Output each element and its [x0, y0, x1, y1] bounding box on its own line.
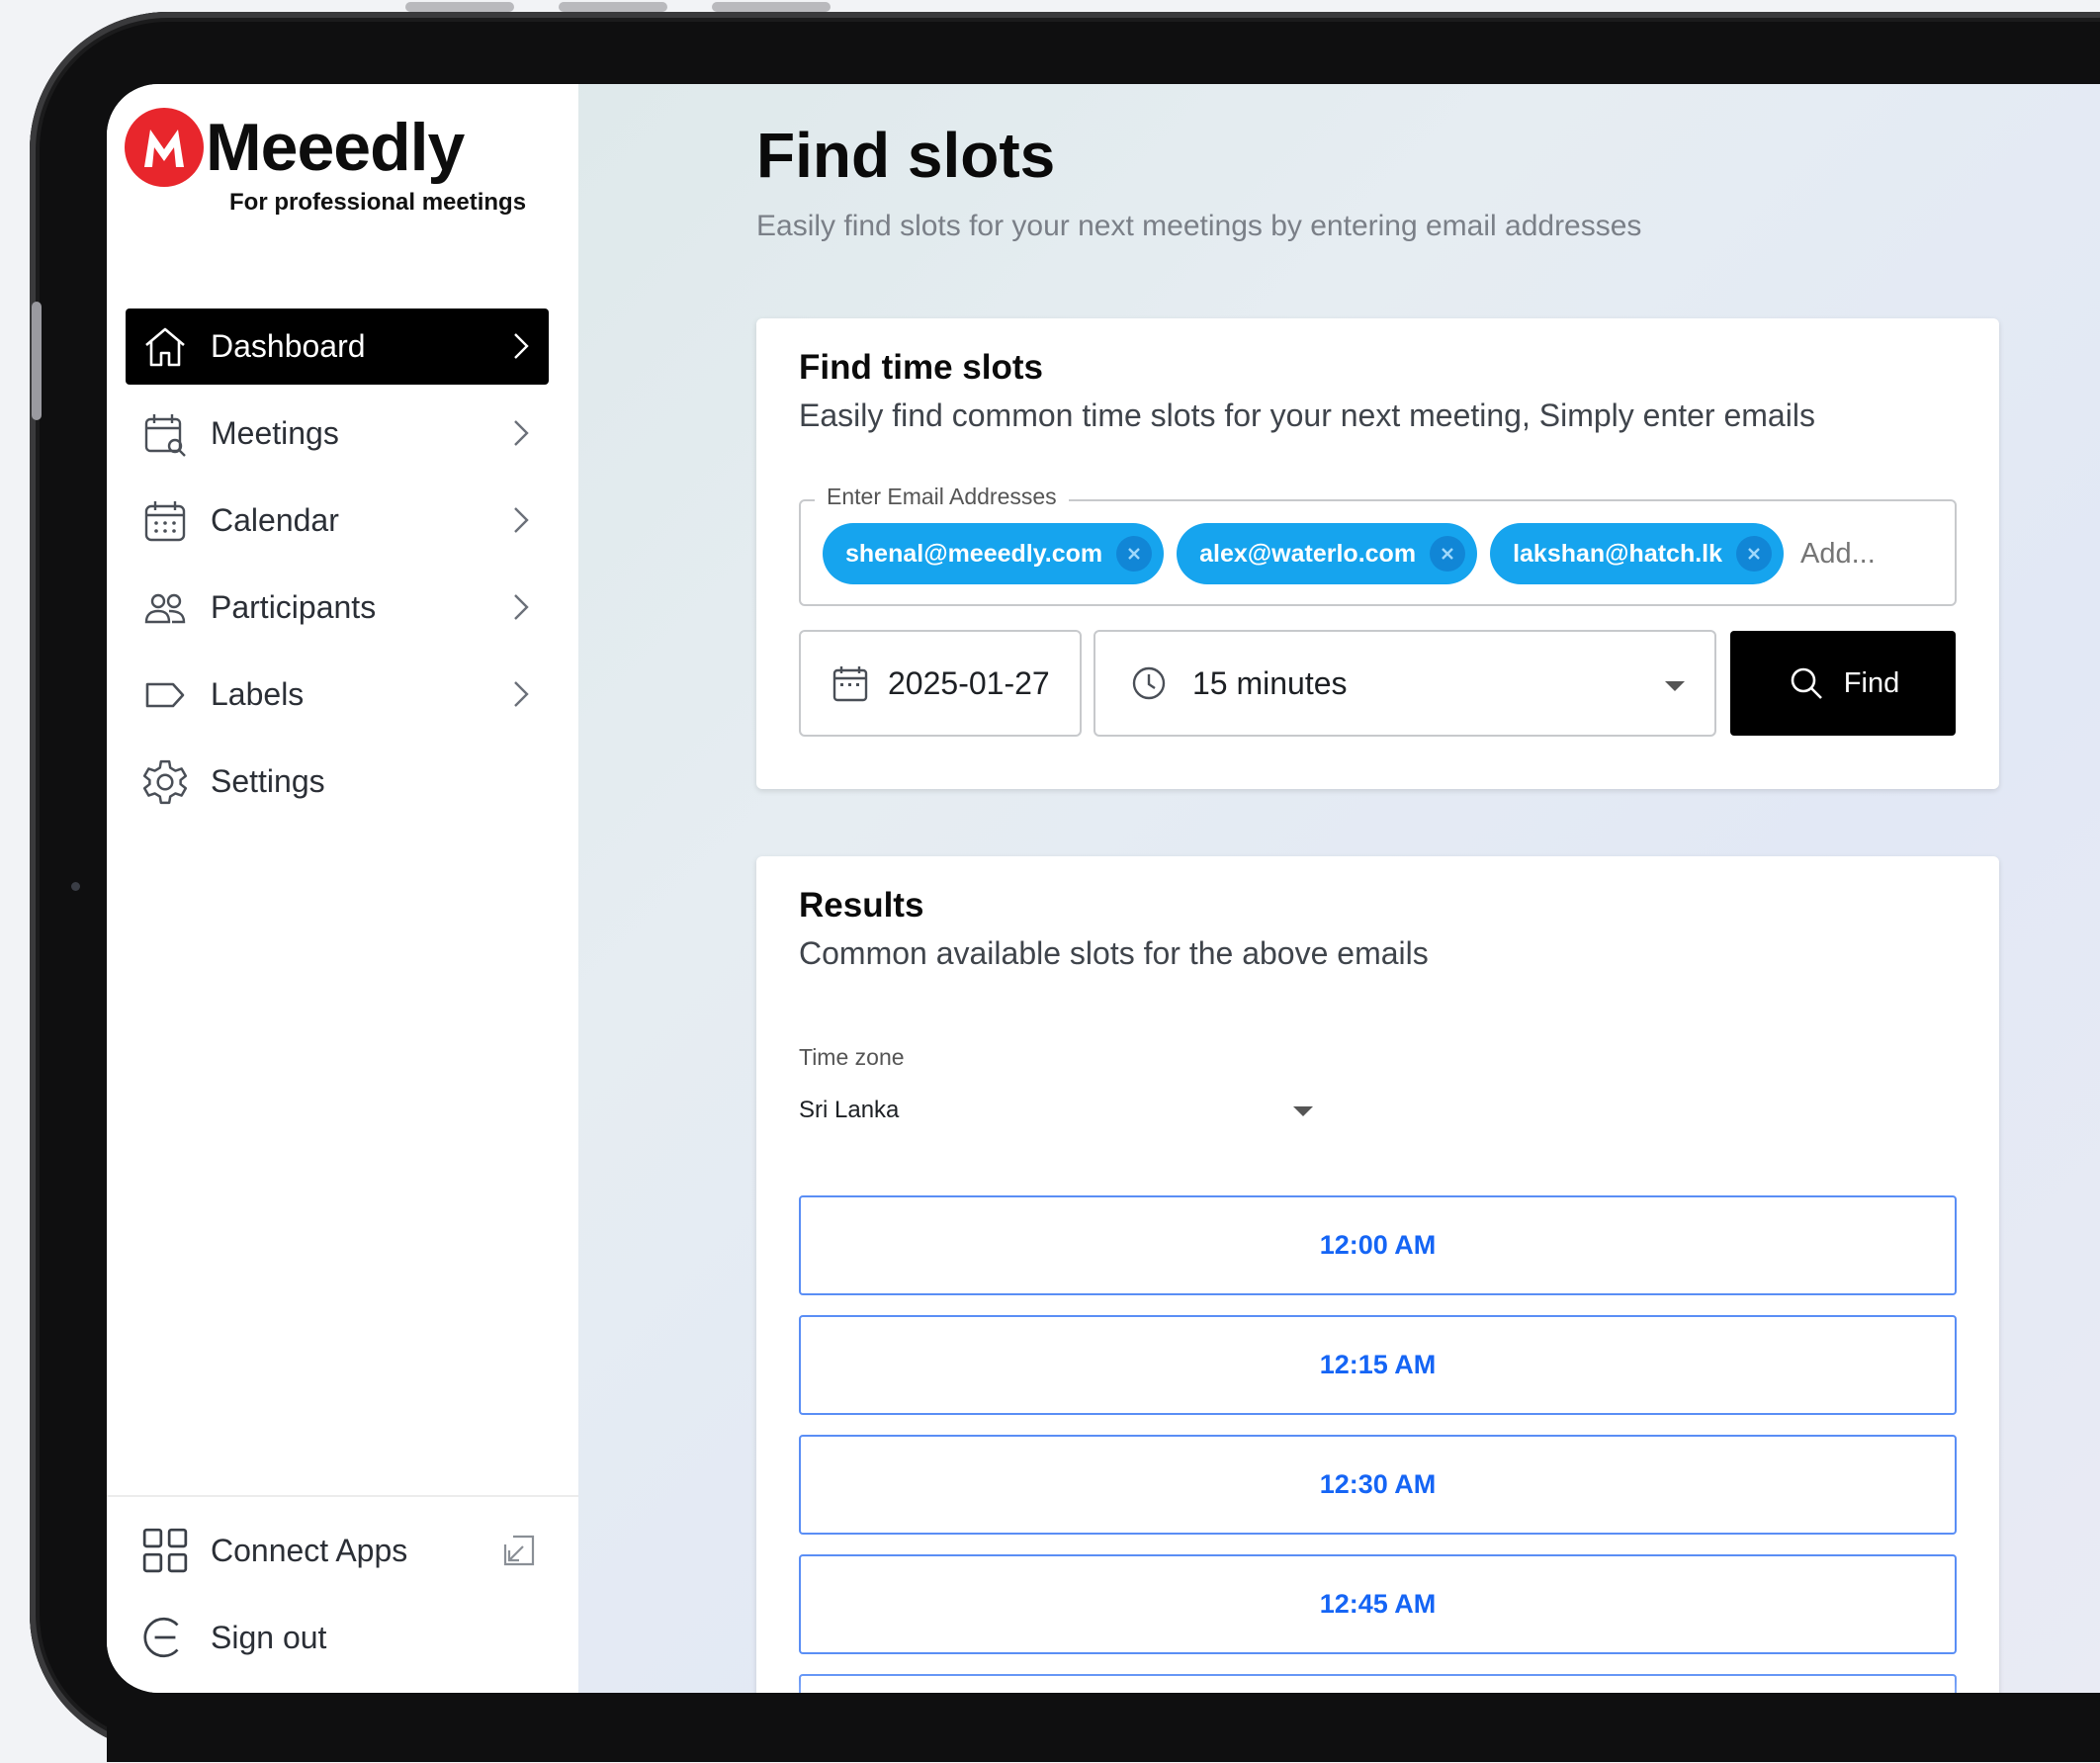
email-chip-text: alex@waterlo.com [1199, 539, 1417, 568]
slot-list: 12:00 AM 12:15 AM 12:30 AM 12:45 AM [799, 1195, 1957, 1693]
sidebar-divider [107, 1495, 578, 1497]
timezone-value: Sri Lanka [799, 1097, 900, 1123]
chevron-right-icon [514, 333, 529, 359]
brand-tagline: For professional meetings [229, 189, 527, 216]
camera [71, 882, 80, 891]
home-icon [137, 319, 193, 375]
page-subtitle: Easily find slots for your next meetings… [756, 210, 1642, 242]
time-slot-button[interactable]: 12:45 AM [799, 1554, 1957, 1654]
external-link-icon [503, 1535, 535, 1566]
hardware-button [559, 2, 667, 12]
sidebar-item-dashboard[interactable]: Dashboard [126, 309, 549, 385]
sidebar-item-meetings[interactable]: Meetings [126, 396, 549, 472]
sidebar-item-calendar[interactable]: Calendar [126, 483, 549, 559]
sidebar-item-labels[interactable]: Labels [126, 657, 549, 733]
email-chip-text: lakshan@hatch.lk [1513, 539, 1723, 568]
timezone-select[interactable]: Sri Lanka [799, 1086, 1313, 1135]
tablet-bezel [107, 1693, 2100, 1762]
users-icon [137, 580, 193, 636]
app-screen: Meeedly For professional meetings Dashbo… [107, 84, 2100, 1693]
remove-chip-icon[interactable] [1116, 536, 1153, 572]
tag-icon [137, 667, 193, 723]
card-title: Results [799, 886, 924, 925]
sidebar-item-label: Meetings [211, 415, 339, 451]
sidebar-item-label: Connect Apps [211, 1532, 408, 1568]
dropdown-caret-icon [1293, 1106, 1313, 1116]
find-slots-card: Find time slots Easily find common time … [756, 318, 1999, 789]
email-chip[interactable]: alex@waterlo.com [1177, 523, 1478, 584]
email-field-label: Enter Email Addresses [815, 484, 1069, 510]
find-button[interactable]: Find [1730, 631, 1956, 736]
duration-select[interactable]: 15 minutes [1094, 630, 1716, 737]
remove-chip-icon[interactable] [1736, 536, 1773, 572]
chevron-right-icon [514, 594, 529, 620]
duration-value: 15 minutes [1192, 664, 1348, 701]
hardware-button [712, 2, 831, 12]
chevron-right-icon [514, 420, 529, 446]
time-slot-button[interactable] [799, 1674, 1957, 1693]
chevron-right-icon [514, 681, 529, 707]
calendar-icon [832, 666, 868, 702]
gear-icon [137, 754, 193, 810]
page-title: Find slots [756, 120, 1056, 191]
sign-out-icon [137, 1610, 193, 1665]
sidebar: Meeedly For professional meetings Dashbo… [107, 84, 578, 1693]
find-button-label: Find [1843, 666, 1900, 699]
email-chip[interactable]: lakshan@hatch.lk [1490, 523, 1785, 584]
remove-chip-icon[interactable] [1430, 536, 1466, 572]
sidebar-item-connect-apps[interactable]: Connect Apps [126, 1507, 549, 1594]
sidebar-item-settings[interactable]: Settings [126, 744, 549, 820]
calendar-search-icon [137, 406, 193, 462]
hardware-side-button [32, 302, 42, 420]
email-chip-text: shenal@meeedly.com [845, 539, 1103, 568]
sidebar-item-label: Labels [211, 676, 305, 712]
dropdown-caret-icon [1665, 681, 1685, 691]
card-title: Find time slots [799, 348, 1043, 387]
sidebar-item-participants[interactable]: Participants [126, 570, 549, 646]
sidebar-item-label: Sign out [211, 1619, 327, 1655]
email-add-input[interactable] [1800, 537, 1950, 571]
brand-name: Meeedly [206, 110, 465, 185]
sidebar-nav: Dashboard Meetings Calendar Participants… [126, 309, 549, 831]
email-chip-list: shenal@meeedly.com alex@waterlo.com laks… [823, 523, 1950, 584]
time-slot-button[interactable]: 12:15 AM [799, 1315, 1957, 1415]
search-icon [1791, 667, 1822, 699]
timezone-label: Time zone [799, 1044, 905, 1070]
sidebar-item-label: Settings [211, 763, 325, 799]
sidebar-bottom-nav: Connect Apps Sign out [126, 1507, 549, 1681]
results-card: Results Common available slots for the a… [756, 856, 1999, 1693]
calendar-icon [137, 493, 193, 549]
date-value: 2025-01-27 [888, 664, 1050, 701]
card-subtitle: Common available slots for the above ema… [799, 935, 1429, 971]
apps-grid-icon [137, 1523, 193, 1578]
clock-icon [1132, 666, 1166, 700]
hardware-button [405, 2, 514, 12]
date-picker[interactable]: 2025-01-27 [799, 630, 1082, 737]
chevron-right-icon [514, 507, 529, 533]
time-slot-button[interactable]: 12:00 AM [799, 1195, 1957, 1295]
sidebar-item-label: Participants [211, 589, 377, 625]
time-slot-button[interactable]: 12:30 AM [799, 1435, 1957, 1535]
email-addresses-field[interactable]: Enter Email Addresses shenal@meeedly.com… [799, 484, 1957, 606]
sidebar-item-label: Dashboard [211, 328, 366, 364]
email-chip[interactable]: shenal@meeedly.com [823, 523, 1165, 584]
logo-mark-icon [125, 108, 204, 187]
sidebar-item-label: Calendar [211, 502, 339, 538]
sidebar-item-sign-out[interactable]: Sign out [126, 1594, 549, 1681]
card-subtitle: Easily find common time slots for your n… [799, 397, 1815, 433]
